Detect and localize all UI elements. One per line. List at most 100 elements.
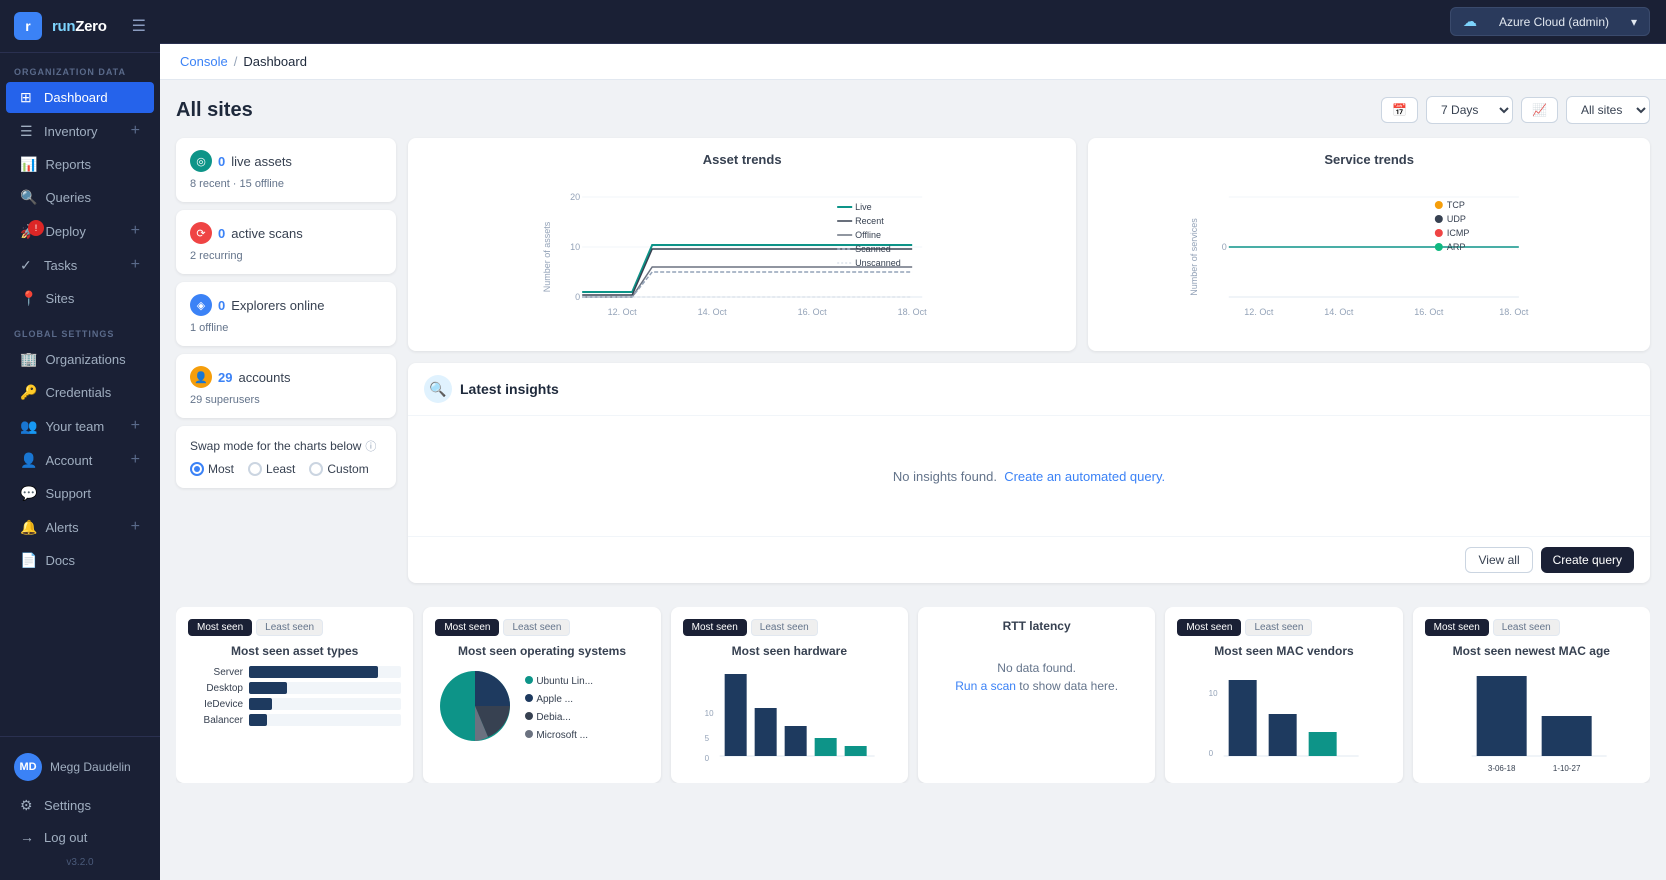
service-trends-chart: Number of services 0 12. Oct 14. Oct 16.…: [1102, 177, 1636, 337]
sidebar-item-support[interactable]: 💬 Support: [6, 478, 154, 509]
breadcrumb-parent[interactable]: Console: [180, 54, 228, 69]
sidebar-item-label: Alerts: [45, 520, 78, 535]
sidebar-item-logout[interactable]: → Log out: [6, 822, 154, 852]
swap-options: Most Least Custom: [190, 462, 382, 476]
pie-svg: [435, 666, 515, 746]
live-assets-label: live assets: [231, 154, 292, 169]
sidebar-item-inventory[interactable]: ☰ Inventory +: [6, 115, 154, 147]
alerts-add-button[interactable]: +: [131, 518, 140, 536]
active-scans-count[interactable]: 0: [218, 226, 225, 241]
swap-most[interactable]: Most: [190, 462, 234, 476]
svg-text:Scanned: Scanned: [855, 244, 891, 254]
global-section-label: GLOBAL SETTINGS: [0, 315, 160, 343]
sidebar-item-label: Credentials: [45, 385, 111, 400]
hw-most-tab[interactable]: Most seen: [683, 619, 747, 636]
os-most-tab[interactable]: Most seen: [435, 619, 499, 636]
run-scan-link[interactable]: Run a scan: [955, 679, 1016, 693]
os-title: Most seen operating systems: [435, 644, 648, 658]
sidebar-item-settings[interactable]: ⚙ Settings: [6, 790, 154, 821]
bar-label: Desktop: [188, 683, 243, 694]
sidebar-item-queries[interactable]: 🔍 Queries: [6, 182, 154, 213]
deploy-add-button[interactable]: +: [131, 222, 140, 240]
hw-least-tab[interactable]: Least seen: [751, 619, 818, 636]
least-radio-dot: [248, 462, 262, 476]
sidebar-user[interactable]: MD Megg Daudelin: [0, 745, 160, 789]
sidebar-item-alerts[interactable]: 🔔 Alerts +: [6, 511, 154, 543]
alerts-icon: 🔔: [20, 519, 37, 536]
active-scans-sub: 2 recurring: [190, 250, 382, 262]
sidebar-item-organizations[interactable]: 🏢 Organizations: [6, 344, 154, 375]
sidebar-item-sites[interactable]: 📍 Sites: [6, 283, 154, 314]
custom-radio-dot: [309, 462, 323, 476]
explorers-count[interactable]: 0: [218, 298, 225, 313]
most-seen-tab[interactable]: Most seen: [188, 619, 252, 636]
org-selector[interactable]: ☁ Azure Cloud (admin) ▾: [1450, 7, 1650, 36]
bar-fill: [249, 714, 267, 726]
rtt-title: RTT latency: [930, 619, 1143, 633]
sidebar-item-your-team[interactable]: 👥 Your team +: [6, 410, 154, 442]
sidebar-item-label: Deploy: [45, 224, 85, 239]
rtt-body: No data found. Run a scan to show data h…: [930, 641, 1143, 713]
sidebar-item-reports[interactable]: 📊 Reports: [6, 149, 154, 180]
sidebar-item-tasks[interactable]: ✓ Tasks +: [6, 249, 154, 281]
svg-text:Number of services: Number of services: [1189, 218, 1199, 296]
inventory-add-button[interactable]: +: [131, 122, 140, 140]
account-icon: 👤: [20, 452, 37, 469]
logo-icon: r: [14, 12, 42, 40]
svg-text:10: 10: [1209, 689, 1218, 698]
asset-types-tabs: Most seen Least seen: [188, 619, 401, 636]
mv-least-tab[interactable]: Least seen: [1245, 619, 1312, 636]
calendar-button[interactable]: 📅: [1381, 97, 1418, 123]
asset-types-card: Most seen Least seen Most seen asset typ…: [176, 607, 413, 783]
main-area: ☁ Azure Cloud (admin) ▾ Console / Dashbo…: [160, 0, 1666, 880]
least-seen-tab[interactable]: Least seen: [256, 619, 323, 636]
ma-most-tab[interactable]: Most seen: [1425, 619, 1489, 636]
svg-text:5: 5: [704, 734, 709, 743]
create-query-button[interactable]: Create query: [1541, 547, 1634, 573]
logo-area: r runZero ☰: [0, 0, 160, 53]
os-least-tab[interactable]: Least seen: [503, 619, 570, 636]
view-all-button[interactable]: View all: [1465, 547, 1532, 573]
menu-toggle[interactable]: ☰: [132, 16, 146, 36]
sidebar-item-label: Log out: [44, 830, 87, 845]
os-card: Most seen Least seen Most seen operating…: [423, 607, 660, 783]
mv-most-tab[interactable]: Most seen: [1177, 619, 1241, 636]
live-assets-count[interactable]: 0: [218, 154, 225, 169]
swap-custom[interactable]: Custom: [309, 462, 368, 476]
sidebar-item-credentials[interactable]: 🔑 Credentials: [6, 377, 154, 408]
accounts-count[interactable]: 29: [218, 370, 232, 385]
queries-icon: 🔍: [20, 189, 37, 206]
ma-least-tab[interactable]: Least seen: [1493, 619, 1560, 636]
account-add-button[interactable]: +: [131, 451, 140, 469]
sidebar-item-docs[interactable]: 📄 Docs: [6, 545, 154, 576]
sidebar-item-dashboard[interactable]: ⊞ Dashboard: [6, 82, 154, 113]
mac-age-title: Most seen newest MAC age: [1425, 644, 1638, 658]
org-selector-label: Azure Cloud (admin): [1499, 15, 1609, 29]
main-grid: ◎ 0 live assets 8 recent · 15 offline ⟳ …: [176, 138, 1650, 595]
organizations-icon: 🏢: [20, 351, 37, 368]
insights-header: 🔍 Latest insights: [408, 363, 1650, 416]
bar-row: Balancer: [188, 714, 401, 726]
your-team-add-button[interactable]: +: [131, 417, 140, 435]
svg-text:16. Oct: 16. Oct: [1415, 307, 1445, 317]
active-scans-label: active scans: [231, 226, 303, 241]
bar-label: Balancer: [188, 715, 243, 726]
insights-body: No insights found. Create an automated q…: [408, 416, 1650, 536]
bar-fill: [249, 682, 287, 694]
chart-button[interactable]: 📈: [1521, 97, 1558, 123]
swap-least[interactable]: Least: [248, 462, 295, 476]
credentials-icon: 🔑: [20, 384, 37, 401]
sidebar-item-deploy[interactable]: 🚀 Deploy ! +: [6, 215, 154, 247]
legend-item: Apple ...: [525, 691, 593, 709]
sidebar-item-label: Your team: [45, 419, 104, 434]
bar-track: [249, 698, 401, 710]
time-filter-select[interactable]: 7 Days 1 Day 30 Days 90 Days: [1426, 96, 1513, 124]
svg-text:0: 0: [1209, 749, 1214, 758]
page-title: All sites: [176, 99, 253, 122]
site-filter-select[interactable]: All sites: [1566, 96, 1650, 124]
tasks-add-button[interactable]: +: [131, 256, 140, 274]
sidebar-item-account[interactable]: 👤 Account +: [6, 444, 154, 476]
svg-text:Live: Live: [855, 202, 872, 212]
mac-vendors-tabs: Most seen Least seen: [1177, 619, 1390, 636]
create-query-link[interactable]: Create an automated query.: [1004, 469, 1165, 484]
